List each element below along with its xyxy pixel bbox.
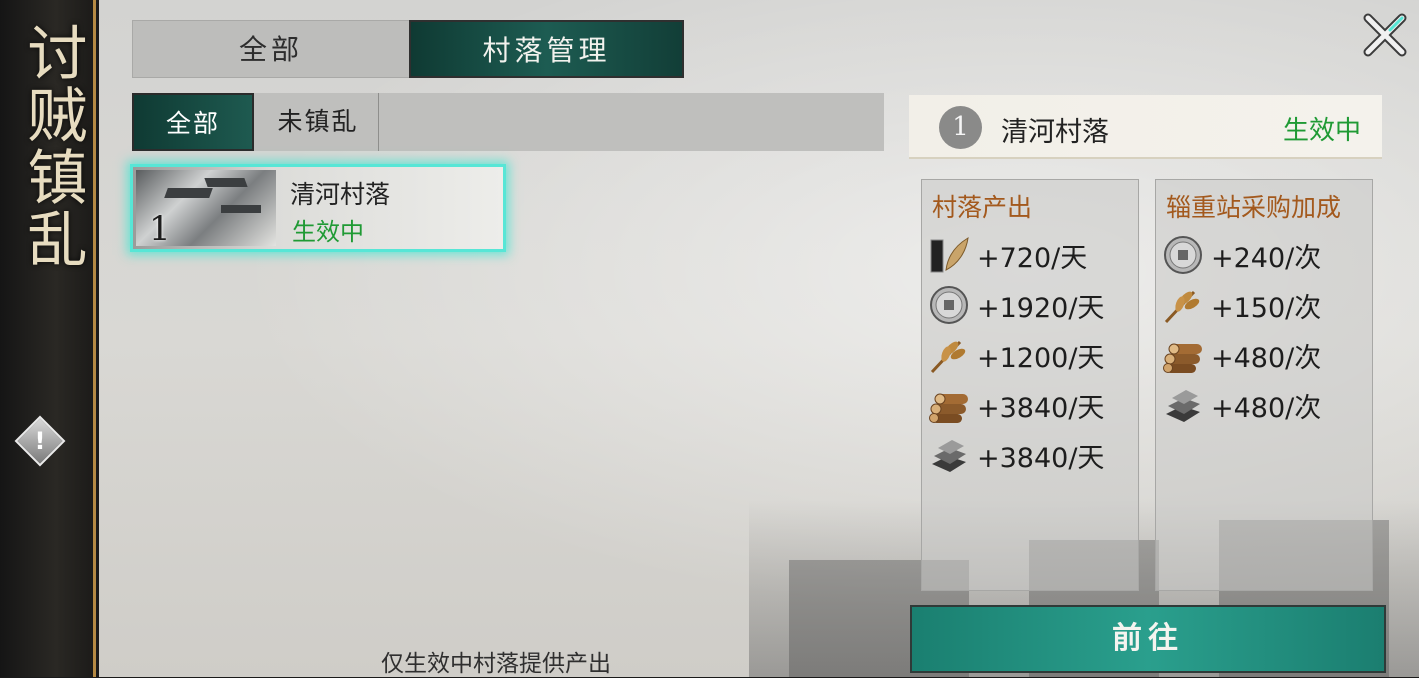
info-icon-label: ! (34, 427, 46, 455)
iron-icon (1166, 390, 1200, 422)
detail-status: 生效中 (1283, 116, 1362, 146)
wood-icon (929, 393, 968, 423)
info-icon[interactable]: ! (14, 415, 66, 467)
production-title: 村落产出 (932, 193, 1033, 222)
coin-icon (930, 286, 968, 324)
village-status: 生效中 (292, 218, 364, 246)
production-value: +1920/天 (977, 293, 1105, 324)
village-card[interactable]: 1 清河村落 生效中 (130, 164, 506, 252)
footnote: 仅生效中村落提供产出 (381, 651, 611, 677)
subtab-unsettled[interactable]: 未镇乱 (258, 93, 379, 151)
subtab-all[interactable]: 全部 (132, 93, 254, 151)
grain-icon (930, 340, 966, 374)
detail-village-name: 清河村落 (1001, 117, 1109, 148)
population-scroll-icon (930, 237, 969, 273)
village-name: 清河村落 (290, 180, 391, 209)
village-index: 1 (149, 209, 171, 249)
bonus-value: +240/次 (1211, 243, 1322, 274)
bonus-value: +480/次 (1211, 343, 1322, 374)
bonus-value: +150/次 (1211, 293, 1322, 324)
production-value: +3840/天 (977, 393, 1105, 424)
detail-index-badge: 1 (939, 106, 982, 149)
tab-village-management[interactable]: 村落管理 (409, 20, 684, 78)
production-box: 村落产出 +720/天 +1920/天 +1200/天 +3840/天 +384… (921, 179, 1139, 591)
tab-all[interactable]: 全部 (132, 20, 410, 78)
bonus-title: 辎重站采购加成 (1166, 193, 1342, 222)
coin-icon (1164, 236, 1202, 274)
wood-icon (1163, 343, 1202, 373)
go-button[interactable]: 前往 (910, 605, 1386, 673)
iron-icon (932, 440, 966, 472)
bonus-value: +480/次 (1211, 393, 1322, 424)
close-icon[interactable] (1362, 12, 1408, 58)
side-banner: 讨贼镇乱 ! (0, 0, 96, 677)
bonus-box: 辎重站采购加成 +240/次 +150/次 +480/次 +480/次 (1155, 179, 1373, 591)
side-title: 讨贼镇乱 (17, 22, 87, 270)
production-value: +720/天 (977, 243, 1088, 274)
production-value: +3840/天 (977, 443, 1105, 474)
grain-icon (1164, 290, 1200, 324)
production-value: +1200/天 (977, 343, 1105, 374)
